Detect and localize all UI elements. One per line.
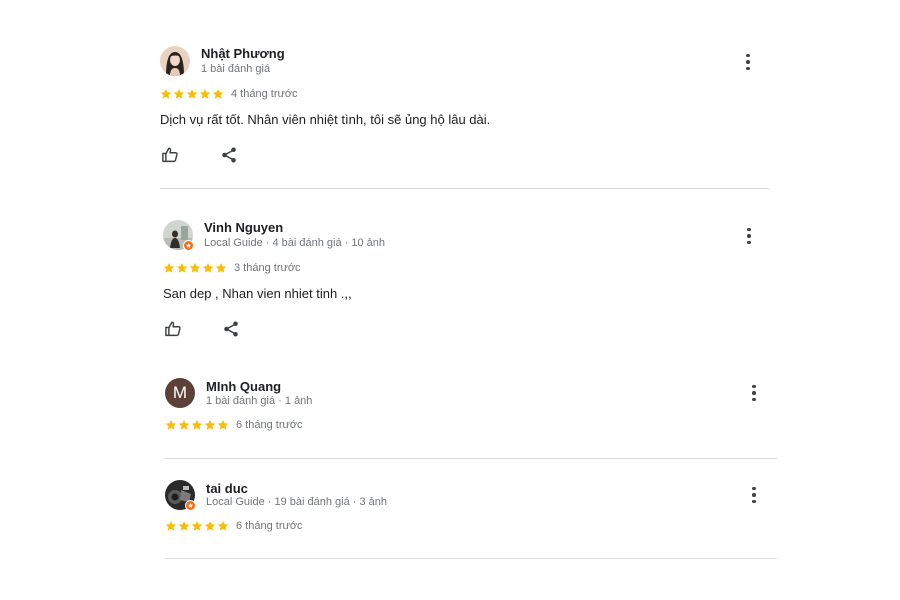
reviewer-photo	[160, 46, 190, 76]
reviewer-meta: 1 bài đánh giá	[201, 63, 271, 75]
star-icon	[178, 419, 190, 430]
review-time: 4 tháng trước	[231, 88, 298, 100]
star-icon	[189, 262, 201, 273]
star-icon	[212, 88, 224, 99]
reviewer-name[interactable]: MInh Quang	[206, 379, 281, 394]
review-card: tai duc Local Guide · 19 bài đánh giá · …	[165, 480, 775, 550]
star-icon	[176, 262, 188, 273]
star-rating	[165, 419, 229, 431]
review-card: Vinh Nguyen Local Guide · 4 bài đánh giá…	[163, 220, 773, 350]
reviewer-meta: Local Guide · 19 bài đánh giá · 3 ảnh	[206, 496, 388, 508]
more-options-button[interactable]	[741, 226, 757, 246]
star-icon	[204, 419, 216, 430]
avatar-letter: M	[165, 378, 195, 408]
review-divider	[160, 188, 769, 189]
star-icon	[173, 88, 185, 99]
more-options-button[interactable]	[746, 485, 762, 505]
star-icon	[160, 88, 172, 99]
review-divider	[165, 558, 777, 559]
rating-row: 6 tháng trước	[165, 418, 303, 432]
star-icon	[191, 520, 203, 531]
star-icon	[186, 88, 198, 99]
star-icon	[191, 419, 203, 430]
review-time: 3 tháng trước	[234, 262, 301, 274]
review-card: Nhật Phương 1 bài đánh giá 4 tháng trước…	[160, 46, 770, 176]
review-actions	[160, 145, 239, 165]
reviewer-avatar[interactable]: M	[165, 378, 195, 408]
star-icon	[215, 262, 227, 273]
share-button[interactable]	[219, 145, 239, 165]
local-guide-badge-icon	[183, 240, 194, 251]
review-time: 6 tháng trước	[236, 520, 303, 532]
star-icon	[217, 520, 229, 531]
rating-row: 6 tháng trước	[165, 519, 303, 533]
reviewer-name[interactable]: Nhật Phương	[201, 46, 285, 61]
star-icon	[199, 88, 211, 99]
thumb-up-icon	[165, 321, 181, 337]
like-button[interactable]	[163, 319, 183, 339]
reviewer-meta: 1 bài đánh giá · 1 ảnh	[206, 395, 313, 407]
rating-row: 4 tháng trước	[160, 87, 298, 101]
star-icon	[163, 262, 175, 273]
review-divider	[165, 458, 777, 459]
star-rating	[163, 262, 227, 274]
review-actions	[163, 319, 241, 339]
star-icon	[165, 520, 177, 531]
more-options-button[interactable]	[740, 52, 756, 72]
reviewer-avatar[interactable]	[160, 46, 190, 76]
reviewer-name[interactable]: Vinh Nguyen	[204, 220, 283, 235]
local-guide-badge-icon	[185, 500, 196, 511]
share-icon	[224, 321, 238, 337]
share-button[interactable]	[221, 319, 241, 339]
reviewer-meta: Local Guide · 4 bài đánh giá · 10 ảnh	[204, 237, 386, 249]
like-button[interactable]	[160, 145, 180, 165]
share-icon	[222, 147, 236, 163]
star-icon	[202, 262, 214, 273]
thumb-up-icon	[162, 147, 178, 163]
star-rating	[165, 520, 229, 532]
reviewer-avatar[interactable]	[165, 480, 196, 511]
star-icon	[178, 520, 190, 531]
review-time: 6 tháng trước	[236, 419, 303, 431]
more-options-button[interactable]	[746, 383, 762, 403]
star-icon	[165, 419, 177, 430]
reviewer-avatar[interactable]	[163, 220, 194, 251]
reviewer-name[interactable]: tai duc	[206, 481, 248, 496]
rating-row: 3 tháng trước	[163, 261, 301, 275]
review-card: M MInh Quang 1 bài đánh giá · 1 ảnh 6 th…	[165, 378, 775, 448]
review-text: San dep , Nhan vien nhiet tinh .,,	[163, 286, 352, 301]
star-icon	[204, 520, 216, 531]
review-text: Dịch vụ rất tốt. Nhân viên nhiệt tình, t…	[160, 112, 491, 127]
star-rating	[160, 88, 224, 100]
star-icon	[217, 419, 229, 430]
